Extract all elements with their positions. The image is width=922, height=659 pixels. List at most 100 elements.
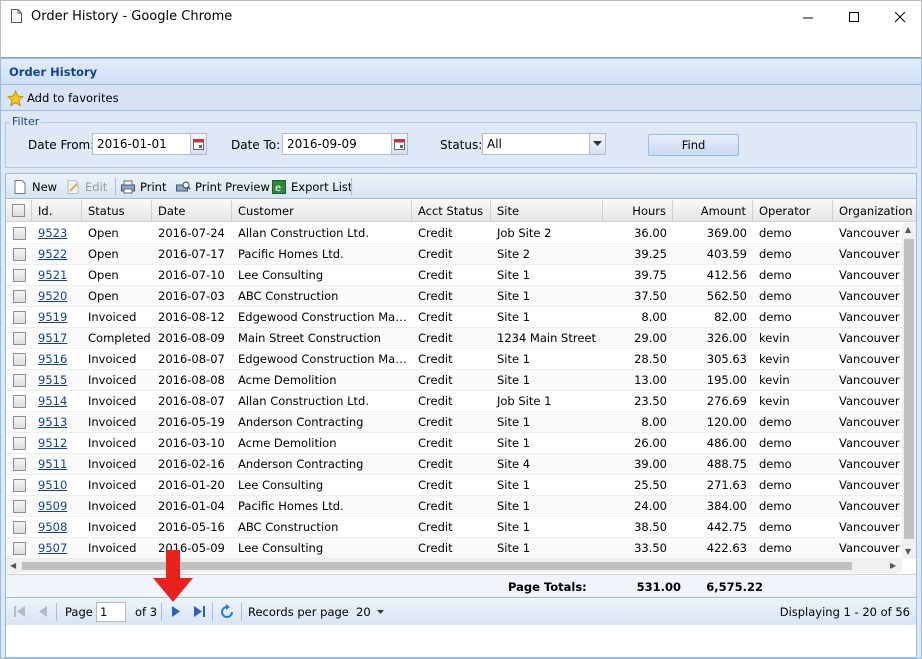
- cell-acct-status: Credit: [418, 268, 453, 282]
- col-amount[interactable]: Amount: [673, 200, 753, 222]
- row-checkbox[interactable]: [13, 458, 26, 471]
- minimize-button[interactable]: [785, 1, 831, 33]
- vertical-scrollbar[interactable]: ▲ ▼: [902, 223, 916, 559]
- table-row[interactable]: 9508 Invoiced 2016-05-16 ABC Construction Cr…: [6, 517, 902, 538]
- cell-customer: ABC Construction: [238, 289, 339, 303]
- table-row[interactable]: 9521 Open 2016-07-10 Lee Consulting Credit Si…: [6, 265, 902, 286]
- order-id-link[interactable]: 9512: [38, 436, 67, 450]
- date-to-input[interactable]: 2016-09-09: [282, 133, 392, 155]
- last-page-icon[interactable]: [194, 606, 206, 617]
- order-id-link[interactable]: 9511: [38, 457, 67, 471]
- row-checkbox[interactable]: [13, 227, 26, 240]
- col-customer[interactable]: Customer: [232, 200, 412, 222]
- excel-export-icon: e: [272, 179, 286, 194]
- previous-page-icon[interactable]: [39, 606, 47, 617]
- scroll-down-icon[interactable]: ▼: [905, 547, 911, 556]
- cell-id: 9515: [32, 370, 82, 391]
- cell-date: 2016-07-17: [158, 247, 225, 261]
- order-id-link[interactable]: 9516: [38, 352, 67, 366]
- row-checkbox[interactable]: [13, 479, 26, 492]
- table-row[interactable]: 9510 Invoiced 2016-01-20 Lee Consulting Cred…: [6, 475, 902, 496]
- col-operator[interactable]: Operator: [753, 200, 833, 222]
- row-checkbox[interactable]: [13, 395, 26, 408]
- print-preview-button[interactable]: Print Preview: [175, 178, 270, 195]
- refresh-icon[interactable]: [219, 604, 235, 620]
- order-id-link[interactable]: 9522: [38, 247, 67, 261]
- row-checkbox[interactable]: [13, 500, 26, 513]
- date-from-input[interactable]: 2016-01-01: [92, 133, 191, 155]
- maximize-button[interactable]: [831, 1, 877, 33]
- table-row[interactable]: 9509 Invoiced 2016-01-04 Pacific Homes Ltd.…: [6, 496, 902, 517]
- table-row[interactable]: 9511 Invoiced 2016-02-16 Anderson Contracti…: [6, 454, 902, 475]
- new-button[interactable]: New: [12, 178, 57, 195]
- row-checkbox[interactable]: [13, 248, 26, 261]
- scroll-up-icon[interactable]: ▲: [905, 225, 911, 234]
- order-id-link[interactable]: 9520: [38, 289, 67, 303]
- select-all-checkbox[interactable]: [12, 204, 25, 217]
- select-all-header[interactable]: [6, 200, 32, 222]
- next-page-icon[interactable]: [172, 606, 180, 617]
- status-dropdown-button[interactable]: [589, 133, 606, 155]
- table-row[interactable]: 9514 Invoiced 2016-08-07 Allan Construction…: [6, 391, 902, 412]
- order-id-link[interactable]: 9517: [38, 331, 67, 345]
- row-checkbox[interactable]: [13, 374, 26, 387]
- close-button[interactable]: [877, 1, 922, 33]
- edit-button[interactable]: Edit: [65, 178, 107, 195]
- order-id-link[interactable]: 9510: [38, 478, 67, 492]
- date-from-picker-button[interactable]: [190, 133, 207, 155]
- table-row[interactable]: 9515 Invoiced 2016-08-08 Acme Demolition Cre…: [6, 370, 902, 391]
- horizontal-scroll-thumb[interactable]: [22, 562, 852, 570]
- row-checkbox[interactable]: [13, 311, 26, 324]
- star-icon[interactable]: [7, 90, 24, 107]
- table-row[interactable]: 9519 Invoiced 2016-08-12 Edgewood Construct…: [6, 307, 902, 328]
- row-checkbox[interactable]: [13, 437, 26, 450]
- row-checkbox[interactable]: [13, 542, 26, 555]
- order-id-link[interactable]: 9519: [38, 310, 67, 324]
- row-checkbox[interactable]: [13, 521, 26, 534]
- export-list-button[interactable]: e Export List: [271, 178, 352, 195]
- col-site[interactable]: Site: [491, 200, 603, 222]
- table-row[interactable]: 9516 Invoiced 2016-08-07 Edgewood Construct…: [6, 349, 902, 370]
- date-to-picker-button[interactable]: [391, 133, 408, 155]
- table-row[interactable]: 9517 Completed 2016-08-09 Main Street Const…: [6, 328, 902, 349]
- page-number-input[interactable]: 1: [96, 602, 126, 622]
- col-id[interactable]: Id.: [32, 200, 82, 222]
- print-button[interactable]: Print: [120, 178, 166, 195]
- vertical-scroll-thumb[interactable]: [904, 239, 914, 539]
- table-row[interactable]: 9507 Invoiced 2016-05-09 Lee Consulting Cred…: [6, 538, 902, 559]
- row-checkbox[interactable]: [13, 353, 26, 366]
- scroll-right-icon[interactable]: ▶: [890, 561, 896, 570]
- order-id-link[interactable]: 9515: [38, 373, 67, 387]
- horizontal-scrollbar[interactable]: ◀ ▶: [6, 559, 902, 573]
- table-row[interactable]: 9523 Open 2016-07-24 Allan Construction Ltd…: [6, 223, 902, 244]
- order-id-link[interactable]: 9508: [38, 520, 67, 534]
- status-select[interactable]: All: [482, 133, 590, 155]
- add-to-favorites-link[interactable]: Add to favorites: [27, 91, 119, 105]
- order-id-link[interactable]: 9523: [38, 226, 67, 240]
- order-id-link[interactable]: 9509: [38, 499, 67, 513]
- col-date[interactable]: Date: [152, 200, 232, 222]
- table-row[interactable]: 9513 Invoiced 2016-05-19 Anderson Contracti…: [6, 412, 902, 433]
- row-checkbox[interactable]: [13, 290, 26, 303]
- cell-hours: 39.25: [634, 247, 667, 261]
- table-row[interactable]: 9512 Invoiced 2016-03-10 Acme Demolition Cre…: [6, 433, 902, 454]
- cell-hours: 38.50: [634, 520, 667, 534]
- col-status[interactable]: Status: [82, 200, 152, 222]
- records-per-page-select[interactable]: 20: [356, 605, 384, 619]
- first-page-icon[interactable]: [14, 606, 26, 617]
- row-checkbox[interactable]: [13, 269, 26, 282]
- row-checkbox[interactable]: [13, 332, 26, 345]
- col-organization-unit[interactable]: Organization Un: [833, 200, 916, 222]
- order-id-link[interactable]: 9514: [38, 394, 67, 408]
- scroll-left-icon[interactable]: ◀: [10, 561, 16, 570]
- order-id-link[interactable]: 9521: [38, 268, 67, 282]
- printer-icon: [121, 180, 135, 193]
- find-button[interactable]: Find: [648, 134, 739, 156]
- col-acct-status[interactable]: Acct Status: [412, 200, 491, 222]
- table-row[interactable]: 9520 Open 2016-07-03 ABC Construction Credit…: [6, 286, 902, 307]
- order-id-link[interactable]: 9513: [38, 415, 67, 429]
- row-checkbox[interactable]: [13, 416, 26, 429]
- col-hours[interactable]: Hours: [603, 200, 673, 222]
- table-row[interactable]: 9522 Open 2016-07-17 Pacific Homes Ltd. Cred…: [6, 244, 902, 265]
- order-id-link[interactable]: 9507: [38, 541, 67, 555]
